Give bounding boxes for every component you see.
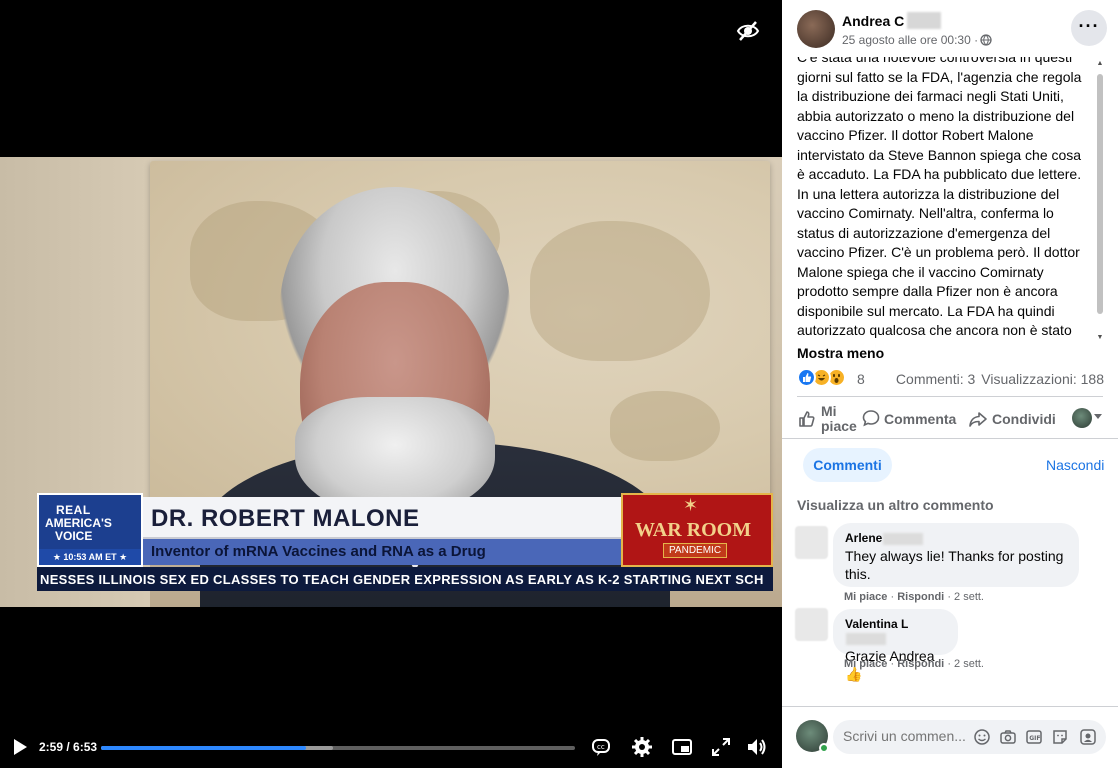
emoji-icon[interactable] <box>973 728 991 746</box>
camera-icon[interactable] <box>999 728 1017 746</box>
reaction-count[interactable]: 8 <box>857 371 865 387</box>
comment-input[interactable] <box>843 728 968 744</box>
channel-logo-line1: REAL <box>56 503 91 517</box>
sticker-icon[interactable] <box>1051 728 1069 746</box>
star-icon: ✶ <box>683 495 699 515</box>
comment-text: They always lie! Thanks for posting this… <box>845 548 1064 582</box>
video-player[interactable]: REAL AMERICA'S VOICE ★ 10:53 AM ET ★ DR.… <box>0 0 782 768</box>
post-stats: Commenti: 3 Visualizzazioni: 188 <box>896 371 1104 387</box>
share-icon <box>969 412 987 427</box>
play-icon[interactable] <box>12 738 28 756</box>
scrollbar[interactable]: ▲ ▼ <box>1096 60 1104 343</box>
video-frame: REAL AMERICA'S VOICE ★ 10:53 AM ET ★ DR.… <box>0 157 782 607</box>
share-button[interactable]: Condividi <box>968 404 1068 434</box>
progress-bar[interactable] <box>101 746 575 750</box>
post-text-area: C'è stata una notevole controversia in q… <box>797 57 1092 341</box>
comment-label: Commenta <box>884 411 957 427</box>
avatar-sticker-icon[interactable] <box>1079 728 1097 746</box>
divider <box>797 396 1103 397</box>
post-timestamp[interactable]: 25 agosto alle ore 00:30 · <box>842 33 978 47</box>
eye-off-icon[interactable] <box>735 18 761 44</box>
scroll-up-icon[interactable]: ▲ <box>1096 60 1104 68</box>
show-name: WAR ROOM <box>635 519 752 541</box>
scroll-down-icon[interactable]: ▼ <box>1096 334 1104 342</box>
broadcast-clock: ★ 10:53 AM ET ★ <box>39 549 141 565</box>
comment-reply-link[interactable]: Rispondi <box>897 658 944 670</box>
like-label: Mi piace <box>821 403 857 434</box>
show-less-link[interactable]: Mostra meno <box>797 345 884 361</box>
comment-composer[interactable]: GIF <box>833 720 1106 754</box>
time-display: 2:59 / 6:53 <box>39 740 98 754</box>
author-avatar[interactable] <box>797 10 835 48</box>
view-more-comments-link[interactable]: Visualizza un altro commento <box>797 497 994 513</box>
commenter-name[interactable]: Arlene <box>845 531 1067 545</box>
redaction-blur <box>883 532 924 545</box>
comment-reply-link[interactable]: Rispondi <box>897 591 944 603</box>
like-button[interactable]: Mi piace <box>797 404 862 434</box>
comment-like-link[interactable]: Mi piace <box>844 658 887 670</box>
news-lower-third: REAL AMERICA'S VOICE ★ 10:53 AM ET ★ DR.… <box>37 493 773 607</box>
chevron-down-icon <box>1094 414 1102 419</box>
svg-text:GIF: GIF <box>1029 735 1040 742</box>
commenter-avatar[interactable] <box>795 608 828 641</box>
fullscreen-icon[interactable] <box>710 736 732 758</box>
volume-icon[interactable] <box>746 736 768 758</box>
channel-logo: REAL AMERICA'S VOICE ★ 10:53 AM ET ★ <box>37 493 143 567</box>
redaction-blur <box>907 12 941 29</box>
guest-name: DR. ROBERT MALONE <box>151 505 420 532</box>
news-ticker: NESSES ILLINOIS SEX ED CLASSES TO TEACH … <box>37 567 773 591</box>
channel-logo-line2: AMERICA'S <box>45 516 112 530</box>
comment-icon <box>862 410 880 427</box>
redaction-blur <box>846 632 886 645</box>
video-controls: 2:59 / 6:53 cc <box>0 730 782 768</box>
comment-actions: Mi piace · Rispondi · 2 sett. <box>844 591 984 603</box>
post-text: C'è stata una notevole controversia in q… <box>797 57 1082 338</box>
show-logo: ✶ WAR ROOM PANDEMIC <box>621 493 773 567</box>
svg-text:cc: cc <box>597 743 605 751</box>
picture-in-picture-icon[interactable] <box>671 736 693 758</box>
globe-icon <box>980 33 992 46</box>
tab-comments[interactable]: Commenti <box>803 448 892 482</box>
gear-icon[interactable] <box>631 736 653 758</box>
captions-icon[interactable]: cc <box>590 736 612 758</box>
like-reaction-icon <box>797 368 816 387</box>
more-options-button[interactable]: ··· <box>1071 10 1107 46</box>
divider <box>782 706 1118 707</box>
ticker-text: NESSES ILLINOIS SEX ED CLASSES TO TEACH … <box>40 572 764 587</box>
react-as-profile-button[interactable] <box>1072 404 1106 434</box>
online-indicator <box>819 743 829 753</box>
guest-subtitle: Inventor of mRNA Vaccines and RNA as a D… <box>151 543 486 560</box>
views-count: Visualizzazioni: 188 <box>981 371 1104 387</box>
thumbs-up-icon <box>799 411 815 427</box>
comment-bubble: Valentina L Grazie Andrea👍 <box>833 609 958 682</box>
author-name[interactable]: Andrea C <box>842 13 904 29</box>
comment-age[interactable]: · 2 sett. <box>947 591 984 603</box>
subtitle-bar: Inventor of mRNA Vaccines and RNA as a D… <box>143 539 621 565</box>
hide-comments-link[interactable]: Nascondi <box>1046 457 1104 473</box>
comment-age[interactable]: · 2 sett. <box>947 658 984 670</box>
share-label: Condividi <box>992 411 1056 427</box>
divider <box>782 438 1118 439</box>
gif-icon[interactable]: GIF <box>1025 728 1043 746</box>
comment-button[interactable]: Commenta <box>862 404 962 434</box>
post-panel: Andrea C 25 agosto alle ore 00:30 · ··· … <box>782 0 1118 768</box>
commenter-name[interactable]: Valentina L <box>845 617 946 645</box>
progress-played <box>101 746 307 750</box>
name-bar: DR. ROBERT MALONE <box>143 497 621 539</box>
comments-count[interactable]: Commenti: 3 <box>896 371 975 387</box>
channel-logo-line3: VOICE <box>55 529 93 543</box>
comment-like-link[interactable]: Mi piace <box>844 591 887 603</box>
profile-avatar <box>1072 408 1092 428</box>
commenter-avatar[interactable] <box>795 526 828 559</box>
commenter-name-text[interactable]: Valentina L <box>845 617 908 631</box>
commenter-name-text[interactable]: Arlene <box>845 531 882 545</box>
comment-bubble: Arlene They always lie! Thanks for posti… <box>833 523 1079 587</box>
comment-actions: Mi piace · Rispondi · 2 sett. <box>844 658 984 670</box>
show-badge: PANDEMIC <box>663 543 728 558</box>
scroll-thumb[interactable] <box>1097 74 1103 314</box>
